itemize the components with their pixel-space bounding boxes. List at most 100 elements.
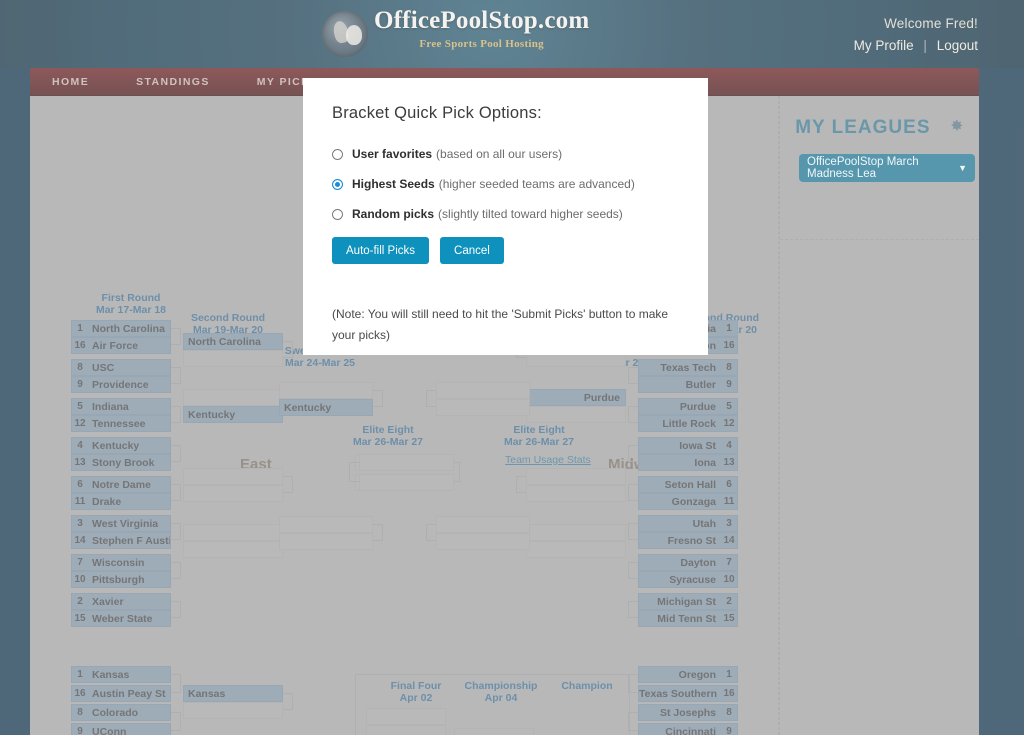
first-round-slot-south-2[interactable]: 8 Colorado [71, 704, 171, 721]
final-four-slot-1[interactable] [366, 725, 446, 735]
second-round-slot-midwest-6[interactable] [526, 524, 626, 541]
radio-highest-seeds[interactable] [332, 179, 343, 190]
team-name: North Carolina [92, 322, 165, 335]
option-user-favorites[interactable]: User favorites (based on all our users) [332, 147, 686, 161]
cancel-button[interactable]: Cancel [440, 237, 504, 264]
sweet16-slot-midwest-2[interactable] [436, 516, 530, 533]
second-round-slot-east-7[interactable] [183, 541, 283, 558]
first-round-slot-east-0[interactable]: 1 North Carolina [71, 320, 171, 337]
first-round-slot-east-11[interactable]: 14 Stephen F Austin [71, 532, 171, 549]
first-round-slot-east-6[interactable]: 4 Kentucky [71, 437, 171, 454]
bracket-connector [628, 367, 638, 384]
first-round-slot-midwest-12[interactable]: 7 Dayton [638, 554, 738, 571]
elite8-slot-midwest-1[interactable] [359, 474, 454, 491]
second-round-slot-east-6[interactable] [183, 524, 283, 541]
auto-fill-picks-button[interactable]: Auto-fill Picks [332, 237, 430, 264]
first-round-slot-east-4[interactable]: 5 Indiana [71, 398, 171, 415]
team-seed: 4 [726, 440, 732, 451]
first-round-slot-east-3[interactable]: 9 Providence [71, 376, 171, 393]
final-four-slot-0[interactable] [366, 708, 446, 725]
site-logo[interactable]: OfficePoolStop.com Free Sports Pool Host… [322, 7, 589, 57]
first-round-slot-west-3[interactable]: 9 Cincinnati [638, 723, 738, 735]
gear-icon[interactable] [949, 117, 964, 139]
sweet16-slot-midwest-3[interactable] [436, 533, 530, 550]
final-four-panel: Final Four Apr 02 Championship Apr 04 Ch… [355, 674, 630, 735]
first-round-slot-east-1[interactable]: 16 Air Force [71, 337, 171, 354]
second-round-slot-east-1[interactable] [183, 350, 283, 367]
first-round-slot-south-1[interactable]: 16 Austin Peay St [71, 685, 171, 702]
team-seed: 7 [77, 557, 83, 568]
bracket-connector [349, 462, 359, 482]
first-round-slot-east-2[interactable]: 8 USC [71, 359, 171, 376]
first-round-slot-midwest-13[interactable]: 10 Syracuse [638, 571, 738, 588]
second-round-slot-east-5[interactable] [183, 485, 283, 502]
first-round-slot-east-9[interactable]: 11 Drake [71, 493, 171, 510]
logout-link[interactable]: Logout [937, 38, 978, 53]
team-name: Kansas [92, 668, 130, 681]
first-round-slot-east-12[interactable]: 7 Wisconsin [71, 554, 171, 571]
second-round-slot-midwest-3[interactable] [526, 406, 626, 423]
sweet16-slot-east-3[interactable] [279, 533, 373, 550]
option-highest-seeds[interactable]: Highest Seeds (higher seeded teams are ad… [332, 177, 686, 191]
second-round-slot-east-2[interactable] [183, 389, 283, 406]
second-round-slot-east-4[interactable] [183, 468, 283, 485]
first-round-slot-west-1[interactable]: 16 Texas Southern [638, 685, 738, 702]
first-round-slot-midwest-15[interactable]: 15 Mid Tenn St [638, 610, 738, 627]
team-seed: 1 [77, 323, 83, 334]
second-round-slot-midwest-2[interactable]: Purdue [526, 389, 626, 406]
nav-item-home[interactable]: HOME [52, 76, 89, 88]
first-round-slot-midwest-5[interactable]: 12 Little Rock [638, 415, 738, 432]
first-round-slot-midwest-7[interactable]: 13 Iona [638, 454, 738, 471]
first-round-slot-midwest-2[interactable]: 8 Texas Tech [638, 359, 738, 376]
quick-pick-modal: Bracket Quick Pick Options: User favorit… [303, 78, 708, 355]
first-round-slot-east-13[interactable]: 10 Pittsburgh [71, 571, 171, 588]
team-seed: 1 [726, 669, 732, 680]
first-round-slot-south-0[interactable]: 1 Kansas [71, 666, 171, 683]
elite8-slot-midwest-0[interactable] [359, 454, 454, 471]
first-round-slot-midwest-6[interactable]: 4 Iowa St [638, 437, 738, 454]
bracket-connector [171, 523, 181, 540]
first-round-slot-midwest-9[interactable]: 11 Gonzaga [638, 493, 738, 510]
first-round-slot-midwest-4[interactable]: 5 Purdue [638, 398, 738, 415]
second-round-slot-midwest-7[interactable] [526, 541, 626, 558]
nav-item-standings[interactable]: STANDINGS [136, 76, 210, 88]
first-round-slot-east-8[interactable]: 6 Notre Dame [71, 476, 171, 493]
second-round-slot-south-1[interactable] [183, 702, 283, 719]
team-name: Kentucky [284, 401, 332, 414]
radio-user-favorites[interactable] [332, 149, 343, 160]
first-round-slot-south-3[interactable]: 9 UConn [71, 723, 171, 735]
bracket-connector [171, 674, 181, 693]
second-round-slot-east-3[interactable]: Kentucky [183, 406, 283, 423]
second-round-slot-east-0[interactable]: North Carolina [183, 333, 283, 350]
first-round-slot-east-7[interactable]: 13 Stony Brook [71, 454, 171, 471]
sweet16-slot-east-1[interactable]: Kentucky [279, 399, 373, 416]
sweet16-slot-midwest-0[interactable] [436, 382, 530, 399]
first-round-slot-east-10[interactable]: 3 West Virginia [71, 515, 171, 532]
modal-title: Bracket Quick Pick Options: [332, 104, 542, 122]
first-round-slot-east-14[interactable]: 2 Xavier [71, 593, 171, 610]
second-round-slot-midwest-5[interactable] [526, 485, 626, 502]
team-name: Air Force [92, 339, 139, 352]
option-random-picks[interactable]: Random picks (slightly tilted toward high… [332, 207, 686, 221]
team-name: Weber State [92, 612, 153, 625]
first-round-slot-east-5[interactable]: 12 Tennessee [71, 415, 171, 432]
championship-slot-0[interactable] [454, 728, 534, 735]
modal-note: (Note: You will still need to hit the 'S… [332, 307, 669, 342]
first-round-slot-west-0[interactable]: 1 Oregon [638, 666, 738, 683]
my-profile-link[interactable]: My Profile [854, 38, 914, 53]
sweet16-slot-east-2[interactable] [279, 516, 373, 533]
first-round-slot-midwest-11[interactable]: 14 Fresno St [638, 532, 738, 549]
sweet16-slot-east-0[interactable] [279, 382, 373, 399]
first-round-slot-west-2[interactable]: 8 St Josephs [638, 704, 738, 721]
first-round-slot-midwest-3[interactable]: 9 Butler [638, 376, 738, 393]
first-round-slot-midwest-8[interactable]: 6 Seton Hall [638, 476, 738, 493]
first-round-slot-midwest-10[interactable]: 3 Utah [638, 515, 738, 532]
sweet16-slot-midwest-1[interactable] [436, 399, 530, 416]
radio-random-picks[interactable] [332, 209, 343, 220]
first-round-slot-midwest-14[interactable]: 2 Michigan St [638, 593, 738, 610]
second-round-slot-midwest-4[interactable] [526, 468, 626, 485]
second-round-slot-south-0[interactable]: Kansas [183, 685, 283, 702]
first-round-slot-east-15[interactable]: 15 Weber State [71, 610, 171, 627]
team-seed: 5 [77, 401, 83, 412]
league-selector-dropdown[interactable]: OfficePoolStop March Madness Lea ▼ [799, 154, 975, 182]
